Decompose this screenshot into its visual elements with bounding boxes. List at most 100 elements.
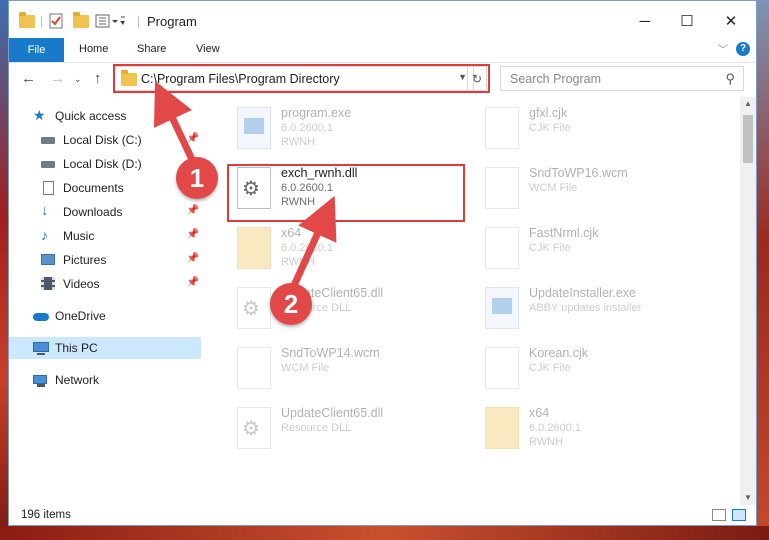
properties-icon[interactable] <box>49 12 64 30</box>
details-view-icon[interactable] <box>712 509 726 521</box>
large-icons-view-icon[interactable] <box>732 509 746 521</box>
file-icon <box>485 107 519 149</box>
window-title: Program <box>147 14 197 29</box>
file-name: SndToWP16.wcm <box>529 166 628 180</box>
navigation-bar: ← → ⌄ ↑ C:\Program Files\Program Directo… <box>9 63 756 97</box>
file-name: UpdateInstaller.exe <box>529 286 637 300</box>
file-item[interactable]: SndToWP16.wcm WCM File <box>479 161 709 213</box>
tab-view[interactable]: View <box>196 43 220 55</box>
desktop-background <box>0 0 8 540</box>
search-icon[interactable]: ⚲ <box>725 71 735 87</box>
file-item[interactable]: UpdateInstaller.exe ABBY updates install… <box>479 281 709 333</box>
recent-locations-chevron-icon[interactable]: ⌄ <box>74 74 82 85</box>
step-marker-1: 1 <box>176 157 218 199</box>
scroll-up-icon[interactable]: ▲ <box>740 97 756 111</box>
file-type: Resource DLL <box>281 422 352 434</box>
file-version: 6.0.2600.1 <box>281 122 333 134</box>
computer-icon <box>33 341 49 355</box>
desktop-background <box>757 0 769 540</box>
ribbon: File Home Share View ﹀ ? <box>9 38 756 63</box>
close-button[interactable]: ✕ <box>711 9 751 33</box>
folder-item[interactable]: x64 6.0.2600.1 RWNH <box>479 401 709 453</box>
file-item[interactable]: gfxl.cjk CJK File <box>479 101 709 153</box>
pin-icon[interactable]: 📌 <box>187 229 199 240</box>
tab-file[interactable]: File <box>9 38 64 62</box>
pin-icon[interactable]: 📌 <box>187 205 199 216</box>
sidebar-item-videos[interactable]: Videos 📌 <box>9 273 201 295</box>
sidebar-item-label: Local Disk (C:) <box>63 133 142 147</box>
forward-arrow-icon[interactable]: → <box>50 70 65 87</box>
customize-toolbar-icon[interactable] <box>95 12 125 30</box>
pin-icon[interactable]: 📌 <box>187 277 199 288</box>
file-company: RWNH <box>281 256 316 268</box>
file-icon <box>485 227 519 269</box>
file-item[interactable]: program.exe 6.0.2600.1 RWNH <box>231 101 461 153</box>
sidebar-item-this-pc[interactable]: This PC <box>9 337 201 359</box>
cloud-icon <box>33 309 49 323</box>
folder-item[interactable]: x64 6.0.2600.1 RWNH <box>231 221 461 273</box>
download-icon: ↓ <box>41 202 49 219</box>
sidebar-item-documents[interactable]: Documents 📌 <box>9 177 201 199</box>
sidebar-item-pictures[interactable]: Pictures 📌 <box>9 249 201 271</box>
pin-icon[interactable]: 📌 <box>187 253 199 264</box>
folder-icon <box>237 227 271 269</box>
file-name: x64 <box>281 226 302 240</box>
sidebar-item-quick-access[interactable]: ★ Quick access <box>9 105 201 127</box>
file-icon <box>485 167 519 209</box>
search-placeholder: Search Program <box>510 72 602 86</box>
file-name: program.exe <box>281 106 352 120</box>
back-arrow-icon[interactable]: ← <box>21 70 36 87</box>
chevron-down-icon[interactable]: ﹀ <box>718 41 728 56</box>
scroll-thumb[interactable] <box>743 115 753 163</box>
navigation-pane: ★ Quick access Local Disk (C:) 📌 Local D… <box>9 97 201 505</box>
file-icon <box>237 347 271 389</box>
file-type: ABBY updates installer <box>529 302 642 314</box>
dll-file-icon <box>237 287 271 329</box>
file-item[interactable]: UpdateClient65.dll Resource DLL <box>231 401 461 453</box>
file-name: gfxl.cjk <box>529 106 568 120</box>
pin-icon[interactable]: 📌 <box>187 133 199 144</box>
search-input[interactable]: Search Program ⚲ <box>500 66 744 91</box>
sidebar-item-downloads[interactable]: ↓ Downloads 📌 <box>9 201 201 223</box>
minimize-button[interactable]: ─ <box>625 9 665 33</box>
file-name: FastNrml.cjk <box>529 226 599 240</box>
address-highlight-box <box>113 64 490 93</box>
maximize-button[interactable]: ☐ <box>667 9 707 33</box>
network-icon <box>33 373 49 387</box>
sidebar-item-network[interactable]: Network <box>9 369 201 391</box>
file-item[interactable]: UpdateClient65.dll Resource DLL <box>231 281 461 333</box>
vertical-scrollbar[interactable]: ▲ ▼ <box>740 97 756 505</box>
sidebar-item-local-disk-c[interactable]: Local Disk (C:) 📌 <box>9 129 201 151</box>
step-marker-2: 2 <box>270 283 312 325</box>
documents-icon <box>41 181 57 195</box>
tab-share[interactable]: Share <box>137 43 166 55</box>
file-name: x64 <box>529 406 550 420</box>
sidebar-item-label: Music <box>63 229 95 243</box>
file-type: CJK File <box>529 122 571 134</box>
file-icon <box>485 347 519 389</box>
drive-icon <box>41 157 57 171</box>
scroll-down-icon[interactable]: ▼ <box>740 491 756 505</box>
up-arrow-icon[interactable]: ↑ <box>94 70 102 87</box>
new-folder-icon[interactable] <box>73 11 89 30</box>
sidebar-item-label: Pictures <box>63 253 107 267</box>
drive-icon <box>41 133 57 147</box>
sidebar-item-onedrive[interactable]: OneDrive <box>9 305 201 327</box>
file-company: RWNH <box>281 136 316 148</box>
sidebar-item-local-disk-d[interactable]: Local Disk (D:) <box>9 153 201 175</box>
file-explorer-window: | | Program ─ ☐ ✕ File Home Share View ﹀… <box>8 0 757 526</box>
separator: | <box>137 14 141 28</box>
file-item[interactable]: Korean.cjk CJK File <box>479 341 709 393</box>
exe-file-icon <box>485 287 519 329</box>
sidebar-item-label: Network <box>55 373 100 387</box>
tab-home[interactable]: Home <box>79 43 108 55</box>
sidebar-item-label: Documents <box>63 181 124 195</box>
exe-file-icon <box>237 107 271 149</box>
folder-icon <box>485 407 519 449</box>
file-item[interactable]: FastNrml.cjk CJK File <box>479 221 709 273</box>
file-item[interactable]: SndToWP14.wcm WCM File <box>231 341 461 393</box>
file-name: Korean.cjk <box>529 346 589 360</box>
sidebar-item-label: OneDrive <box>55 309 106 323</box>
sidebar-item-music[interactable]: ♪ Music 📌 <box>9 225 201 247</box>
help-icon[interactable]: ? <box>736 42 750 56</box>
